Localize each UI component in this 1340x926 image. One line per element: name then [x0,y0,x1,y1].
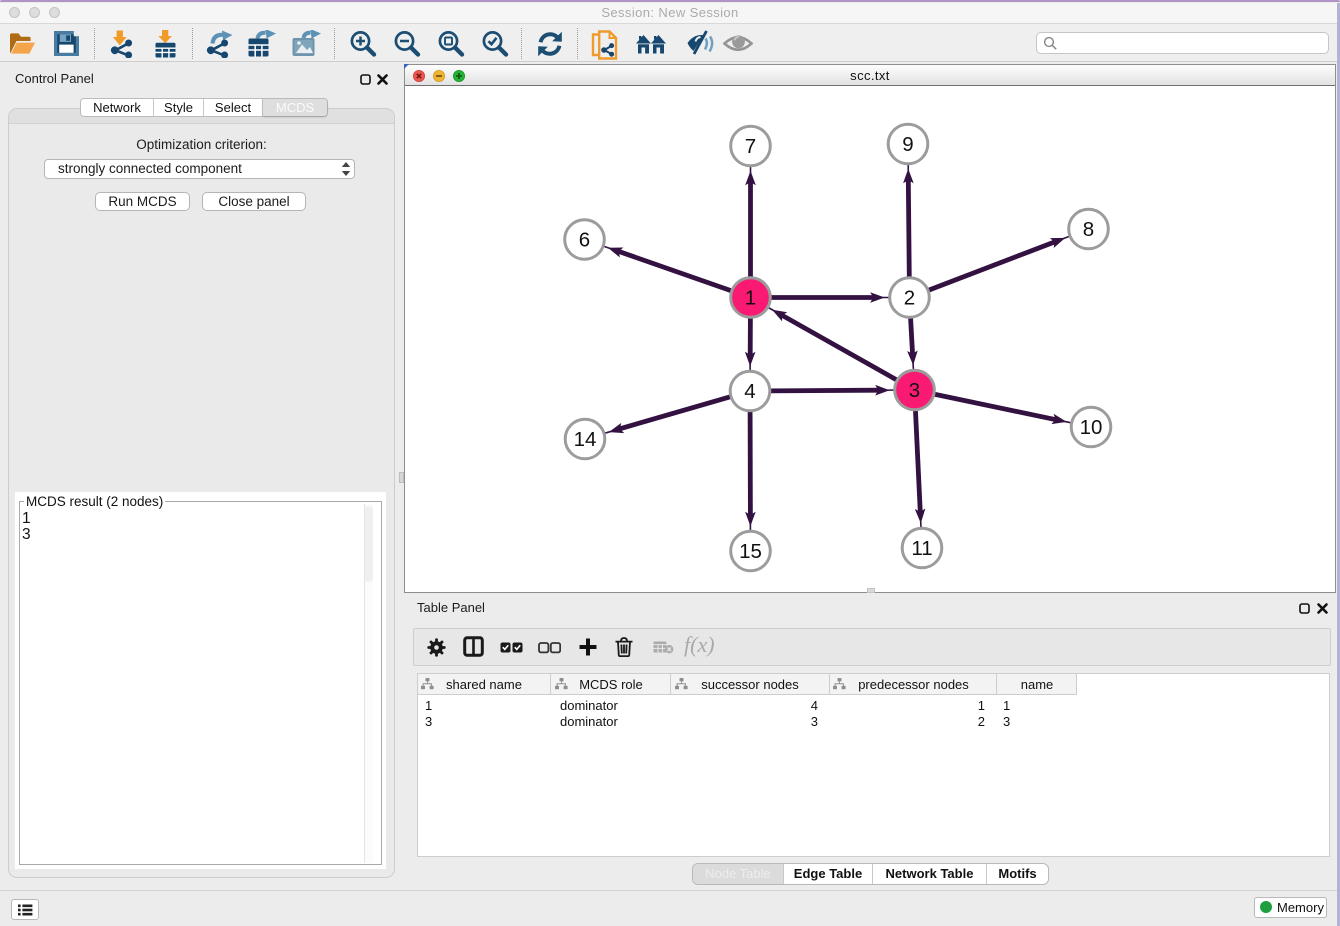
svg-text:1: 1 [745,287,756,310]
svg-text:11: 11 [911,537,932,560]
svg-text:10: 10 [1080,416,1103,439]
svg-text:4: 4 [744,380,755,403]
svg-text:6: 6 [579,229,590,252]
svg-text:8: 8 [1083,218,1094,241]
svg-text:3: 3 [909,379,920,402]
svg-text:15: 15 [739,540,762,563]
svg-text:7: 7 [745,135,756,158]
svg-text:14: 14 [574,428,597,451]
svg-text:2: 2 [904,287,915,310]
svg-text:9: 9 [902,133,913,156]
